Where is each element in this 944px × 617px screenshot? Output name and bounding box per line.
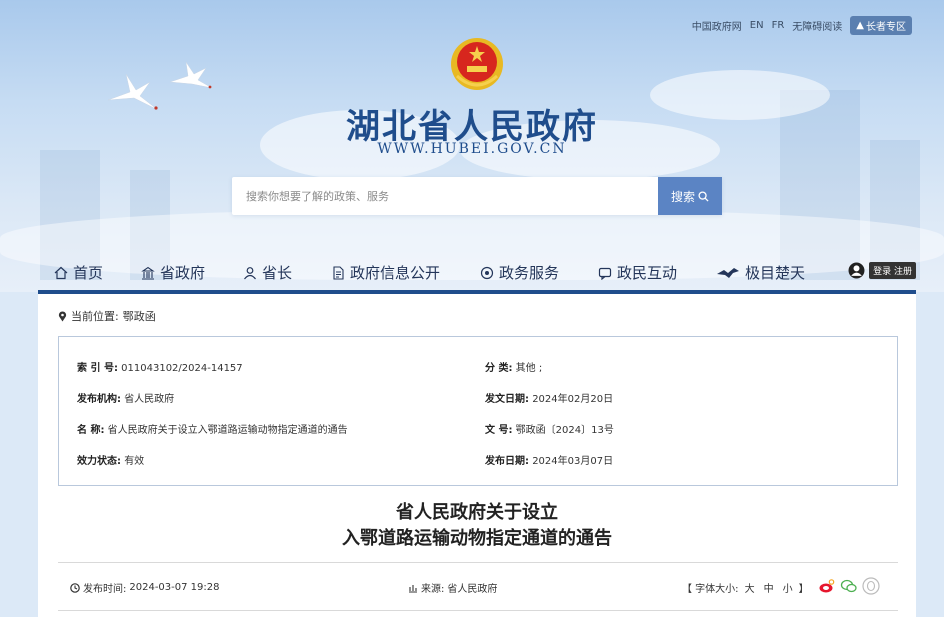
nav-label: 政民互动 [617, 264, 678, 282]
home-icon [54, 266, 68, 279]
nav-label: 极目楚天 [745, 264, 806, 282]
service-icon [480, 266, 494, 279]
nav-item-interaction[interactable]: 政民互动 [598, 262, 677, 283]
breadcrumb-current[interactable]: 鄂政函 [123, 308, 156, 324]
meta-doc-number: 文 号: 鄂政函〔2024〕13号 [485, 421, 614, 436]
meta-category: 分 类: 其他 ; [485, 359, 542, 374]
elder-zone-label: 长者专区 [866, 22, 906, 33]
nav-label: 政务服务 [499, 264, 560, 282]
nav-item-home[interactable]: 首页 [54, 262, 103, 283]
nav-item-jimu-chutian[interactable]: 极目楚天 [716, 262, 805, 283]
meta-label: 索 引 号: [77, 363, 118, 374]
meta-status: 效力状态: 有效 [77, 452, 144, 467]
meta-publisher: 发布机构: 省人民政府 [77, 390, 174, 405]
building-icon [141, 266, 155, 280]
share-buttons [818, 577, 880, 595]
breadcrumb: 当前位置: 鄂政函 [58, 308, 156, 324]
font-size-small-button[interactable]: 小 [783, 580, 793, 595]
main-content: 当前位置: 鄂政函 索 引 号: 011043102/2024-14157 分 … [38, 294, 916, 617]
document-title: 省人民政府关于设立 入鄂道路运输动物指定通道的通告 [38, 500, 916, 552]
nav-item-governor[interactable]: 省长 [243, 262, 292, 283]
top-links: 中国政府网 EN FR 无障碍阅读 ▲ 长者专区 [692, 16, 912, 35]
divider [58, 562, 898, 563]
nav-item-gov-info[interactable]: 政府信息公开 [331, 262, 440, 283]
nav-label: 政府信息公开 [350, 264, 441, 282]
divider [58, 610, 898, 611]
search-bar: 搜索 [232, 177, 722, 215]
meta-label: 分 类: [485, 363, 513, 374]
document-title-line2: 入鄂道路运输动物指定通道的通告 [342, 528, 612, 549]
link-accessibility[interactable]: 无障碍阅读 [792, 18, 842, 33]
font-size-control: 【 字体大小: 大 中 小 】 [682, 580, 809, 595]
document-icon [333, 265, 344, 280]
nav-label: 省长 [262, 264, 293, 282]
font-size-label: 【 字体大小: [682, 584, 739, 595]
font-size-large-button[interactable]: 大 [745, 580, 755, 595]
meta-label: 发布机构: [77, 394, 121, 405]
meta-name: 名 称: 省人民政府关于设立入鄂道路运输动物指定通道的通告 [77, 421, 348, 436]
meta-label: 文 号: [485, 425, 513, 436]
weibo-share-icon[interactable] [818, 577, 836, 595]
nav-label: 省政府 [160, 264, 206, 282]
meta-value: 2024年03月07日 [532, 456, 614, 467]
publish-time-value: 2024-03-07 19:28 [129, 582, 220, 593]
source-icon [409, 584, 417, 593]
header-banner: 中国政府网 EN FR 无障碍阅读 ▲ 长者专区 湖北省人民政府 WWW.HUB… [0, 0, 944, 292]
search-button-label: 搜索 [670, 189, 695, 204]
meta-value: 鄂政函〔2024〕13号 [515, 425, 614, 436]
document-metadata: 索 引 号: 011043102/2024-14157 分 类: 其他 ; 发布… [58, 336, 898, 486]
link-fr[interactable]: FR [772, 20, 785, 31]
user-avatar-icon[interactable] [848, 262, 865, 279]
source-label: 来源: [421, 584, 445, 595]
location-pin-icon [58, 310, 67, 321]
breadcrumb-prefix: 当前位置: [71, 310, 119, 323]
search-input[interactable] [232, 177, 658, 215]
meta-label: 效力状态: [77, 456, 121, 467]
site-url: WWW.HUBEI.GOV.CN [377, 141, 567, 157]
nav-item-gov-services[interactable]: 政务服务 [480, 262, 559, 283]
national-emblem-icon [451, 38, 503, 90]
meta-value: 省人民政府 [124, 394, 175, 405]
person-icon [244, 266, 256, 279]
wechat-share-icon[interactable] [840, 577, 858, 595]
source: 来源: 省人民政府 [408, 580, 497, 595]
meta-index: 索 引 号: 011043102/2024-14157 [77, 359, 243, 374]
meta-value: 其他 ; [515, 363, 543, 374]
elder-zone-button[interactable]: ▲ 长者专区 [850, 16, 912, 35]
meta-publish-date: 发布日期: 2024年03月07日 [485, 452, 613, 467]
clock-icon [70, 582, 80, 593]
link-en[interactable]: EN [750, 20, 764, 31]
meta-label: 发布日期: [485, 456, 529, 467]
meta-label: 名 称: [77, 425, 105, 436]
publish-time: 发布时间: 2024-03-07 19:28 [70, 580, 220, 595]
nav-item-provincial-gov[interactable]: 省政府 [141, 262, 205, 283]
font-size-medium-button[interactable]: 中 [764, 580, 774, 595]
meta-label: 发文日期: [485, 394, 529, 405]
meta-value: 有效 [124, 456, 145, 467]
qq-share-icon[interactable] [862, 577, 880, 595]
chat-icon [598, 267, 612, 280]
link-gov-cn[interactable]: 中国政府网 [692, 18, 742, 33]
main-nav: 首页 省政府 省长 政府信息公开 政务服务 政民互动 极目楚天 登录 注册 [38, 256, 916, 290]
publish-time-label: 发布时间: [83, 584, 127, 595]
search-icon [698, 190, 709, 202]
search-button[interactable]: 搜索 [658, 177, 722, 215]
font-size-end: 】 [798, 584, 809, 595]
document-title-line1: 省人民政府关于设立 [396, 502, 558, 523]
login-register-button[interactable]: 登录 注册 [869, 262, 916, 279]
nav-label: 首页 [73, 264, 104, 282]
document-info-row: 发布时间: 2024-03-07 19:28 来源: 省人民政府 【 字体大小:… [58, 577, 898, 596]
meta-value: 省人民政府关于设立入鄂道路运输动物指定通道的通告 [107, 425, 348, 436]
login-area: 登录 注册 [848, 262, 916, 279]
meta-value: 011043102/2024-14157 [121, 363, 243, 374]
meta-issue-date: 发文日期: 2024年02月20日 [485, 390, 613, 405]
elder-icon: ▲ [856, 20, 864, 31]
bird-icon [717, 267, 739, 278]
source-value: 省人民政府 [447, 584, 498, 595]
meta-value: 2024年02月20日 [532, 394, 614, 405]
